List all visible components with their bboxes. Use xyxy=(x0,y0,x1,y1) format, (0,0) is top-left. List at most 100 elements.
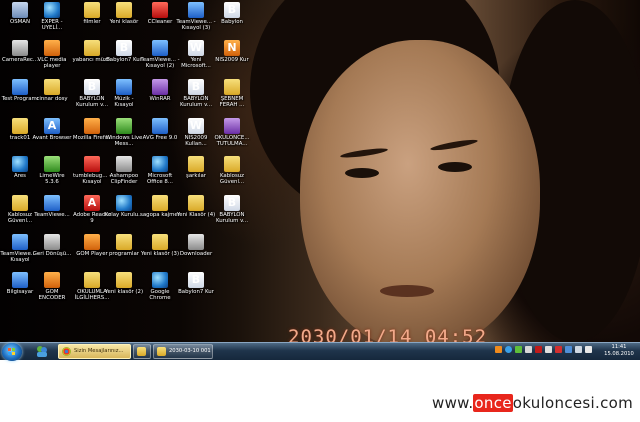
office-icon xyxy=(152,156,168,172)
watermark-rest: okuloncesi.com xyxy=(512,394,634,412)
chrome-icon xyxy=(62,347,71,356)
desktop[interactable]: 2030/01/14 04:52 OSMAN CameraRec... Test P… xyxy=(0,0,640,342)
tray-app-icon[interactable] xyxy=(525,346,532,353)
wallpaper-eye-shape xyxy=(345,168,379,178)
babylon-icon: B xyxy=(188,79,204,95)
installer-icon xyxy=(116,195,132,211)
desktop-icon[interactable]: GOM ENCODER xyxy=(32,272,72,318)
program-icon xyxy=(12,79,28,95)
recycle-bin-icon xyxy=(44,234,60,250)
folder-icon xyxy=(12,118,28,134)
babylon-icon: B xyxy=(84,79,100,95)
desktop-icon-label: GOM ENCODER xyxy=(38,289,66,302)
desktop-icon-label: AVG Free 9.0 xyxy=(142,135,178,141)
tray-app-icon[interactable] xyxy=(545,346,552,353)
desktop-icon-label: cinnar dosy xyxy=(36,96,68,102)
folder-icon xyxy=(188,195,204,211)
desktop-icon-label: TeamViewe... - Kısayol (3) xyxy=(176,19,216,32)
gom-icon xyxy=(44,272,60,288)
folder-icon xyxy=(116,2,132,18)
desktop-icon-label: Windows Live Mess... xyxy=(105,135,143,148)
teamviewer-icon xyxy=(12,234,28,250)
desktop-icon-label: NIS2009 Kullan... xyxy=(184,135,208,148)
desktop-icon-label: Yeni Microsoft... xyxy=(181,57,211,70)
wallpaper-eye-shape xyxy=(438,162,472,172)
start-button[interactable] xyxy=(2,343,22,361)
desktop-icon-label: Kolay Kurulu... xyxy=(104,212,144,218)
desktop-icon-label: NIS2009 Kur xyxy=(215,57,249,63)
ccleaner-icon xyxy=(152,2,168,18)
tray-app-icon[interactable] xyxy=(515,346,522,353)
desktop-icon[interactable]: B Babylon7 Kur xyxy=(176,272,216,318)
babylon-icon: B xyxy=(224,2,240,18)
taskbar-task-chrome[interactable]: Sizin Mesajlarınız... xyxy=(58,344,131,359)
taskbar-clock[interactable]: 11:41 15.08.2010 xyxy=(601,344,637,357)
quick-launch-messenger-icon[interactable] xyxy=(34,344,50,359)
chrome-icon xyxy=(152,272,168,288)
vlc-icon xyxy=(44,40,60,56)
clock-time: 11:41 xyxy=(611,344,627,350)
folder-icon xyxy=(12,195,28,211)
desktop-icon-label: OKULONCE... TUTULMA... xyxy=(214,135,250,148)
network-icon[interactable] xyxy=(575,346,582,353)
camera-icon xyxy=(12,40,28,56)
teamviewer-icon xyxy=(152,40,168,56)
winrar-icon xyxy=(224,118,240,134)
document-icon: W xyxy=(188,40,204,56)
avg-icon xyxy=(152,118,168,134)
computer-icon xyxy=(12,272,28,288)
photo-date-stamp: 2030/01/14 04:52 xyxy=(288,326,488,342)
desktop-icon-label: şarkılar xyxy=(186,173,206,179)
desktop-icon-label: Google Chrome xyxy=(149,289,171,302)
desktop-icon-label: sagopa kajmer xyxy=(140,212,180,218)
desktop-icon-label: Avant Browser xyxy=(32,135,72,141)
desktop-icon-label: Yeni Klasör (4) xyxy=(176,212,216,218)
desktop-icon-label: Downloader xyxy=(179,251,213,257)
teamviewer-icon xyxy=(44,195,60,211)
tray-app-icon[interactable] xyxy=(495,346,502,353)
wallpaper-lip-shape xyxy=(380,285,434,297)
desktop-icon-label: LimeWire 5.3.6 xyxy=(39,173,65,186)
desktop-icon-label: WinRAR xyxy=(149,96,171,102)
firefox-icon xyxy=(84,118,100,134)
document-icon: W xyxy=(188,118,204,134)
ares-icon xyxy=(12,156,28,172)
desktop-icon-label: Müzik - Kısayol xyxy=(114,96,134,109)
taskbar-task-folder-2030[interactable]: 2030-03-10 001 xyxy=(153,344,213,359)
desktop-icon[interactable]: Yeni klasör (2) xyxy=(104,272,144,318)
folder-icon xyxy=(157,347,166,356)
desktop-icon-label: Geri Dönüşü... xyxy=(32,251,72,257)
folder-icon xyxy=(224,156,240,172)
avant-icon: A xyxy=(44,118,60,134)
folder-icon xyxy=(84,272,100,288)
desktop-icon-label: Yeni klasör (2) xyxy=(104,289,144,295)
watermark-prefix: www. xyxy=(432,394,474,412)
gom-icon xyxy=(84,234,100,250)
desktop-icon-label: Microsoft Office 8... xyxy=(146,173,174,186)
tray-app-icon[interactable] xyxy=(565,346,572,353)
wallpaper-face-shape xyxy=(300,40,540,342)
taskbar-task-folder[interactable] xyxy=(133,344,151,359)
desktop-icon-label: programlar xyxy=(108,251,140,257)
folder-icon xyxy=(44,79,60,95)
tray-app-icon[interactable] xyxy=(555,346,562,353)
desktop-icon[interactable]: Google Chrome xyxy=(140,272,180,318)
babylon-icon: B xyxy=(116,40,132,56)
volume-icon[interactable] xyxy=(585,346,592,353)
desktop-icon-label: BABYLON Kurulum v... xyxy=(179,96,213,109)
desktop-icon[interactable]: B BABYLON Kurulum v... xyxy=(212,195,252,241)
folder-icon xyxy=(116,272,132,288)
messenger-icon xyxy=(116,118,132,134)
tray-app-icon[interactable] xyxy=(505,346,512,353)
desktop-icon-label: BABYLON Kurulum v... xyxy=(215,212,249,225)
babylon-icon: B xyxy=(224,195,240,211)
downloader-icon xyxy=(188,234,204,250)
folder-icon xyxy=(84,2,100,18)
clock-date: 15.08.2010 xyxy=(604,350,634,357)
desktop-icon-label: Kablosuz Güvenl... xyxy=(219,173,245,186)
desktop-icon-label: EXPER - UYELİ... xyxy=(41,19,63,32)
folder-icon xyxy=(188,156,204,172)
tray-app-icon[interactable] xyxy=(535,346,542,353)
desktop-icon-label: ŞEBNEM FERAH ... xyxy=(219,96,245,109)
desktop-icon-label: Babylon xyxy=(221,19,243,25)
